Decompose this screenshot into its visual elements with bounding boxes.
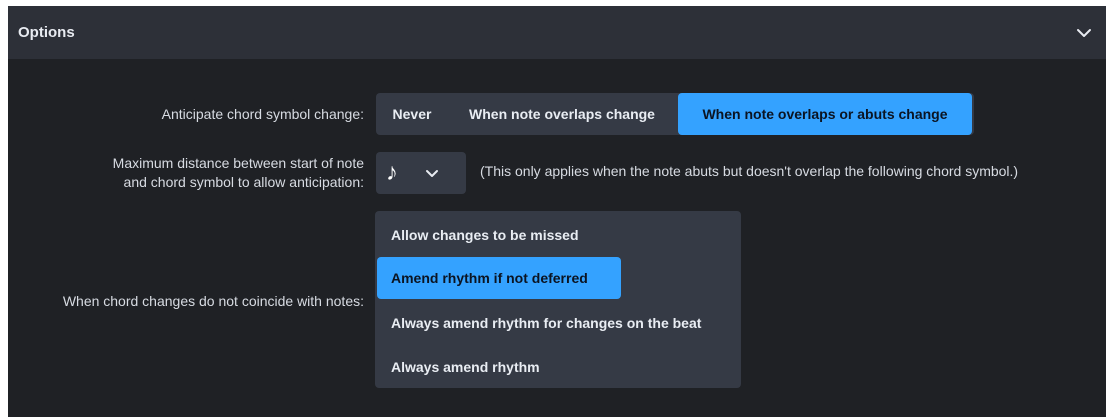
max-distance-label-line1: Maximum distance between start of note — [112, 155, 364, 171]
chevron-down-icon — [424, 165, 440, 181]
chevron-down-icon[interactable] — [1074, 23, 1094, 43]
coincide-option-always-amend[interactable]: Always amend rhythm — [377, 346, 739, 388]
options-title: Options — [18, 24, 75, 41]
max-distance-label-line2: and chord symbol to allow anticipation: — [123, 174, 364, 190]
options-panel: Options Anticipate chord symbol change: … — [8, 6, 1106, 417]
coincide-option-amend-if-not-deferred[interactable]: Amend rhythm if not deferred — [377, 257, 621, 299]
coincide-option-amend-on-beat[interactable]: Always amend rhythm for changes on the b… — [377, 302, 739, 344]
anticipate-option-overlaps[interactable]: When note overlaps change — [446, 93, 678, 135]
coincide-option-list: Allow changes to be missed Amend rhythm … — [375, 211, 741, 388]
options-header[interactable]: Options — [8, 6, 1106, 59]
coincide-option-allow-missed[interactable]: Allow changes to be missed — [377, 214, 739, 256]
eighth-note-icon: ♪ — [386, 159, 398, 186]
max-distance-hint: (This only applies when the note abuts b… — [480, 163, 1019, 179]
max-distance-label: Maximum distance between start of note a… — [113, 154, 364, 192]
anticipate-label: Anticipate chord symbol change: — [161, 106, 364, 122]
anticipate-option-never[interactable]: Never — [378, 93, 446, 135]
anticipate-segmented-control: Never When note overlaps change When not… — [376, 93, 974, 135]
coincide-label: When chord changes do not coincide with … — [62, 293, 364, 309]
anticipate-option-overlaps-or-abuts[interactable]: When note overlaps or abuts change — [678, 93, 972, 135]
note-value-dropdown[interactable]: ♪ — [376, 152, 466, 194]
